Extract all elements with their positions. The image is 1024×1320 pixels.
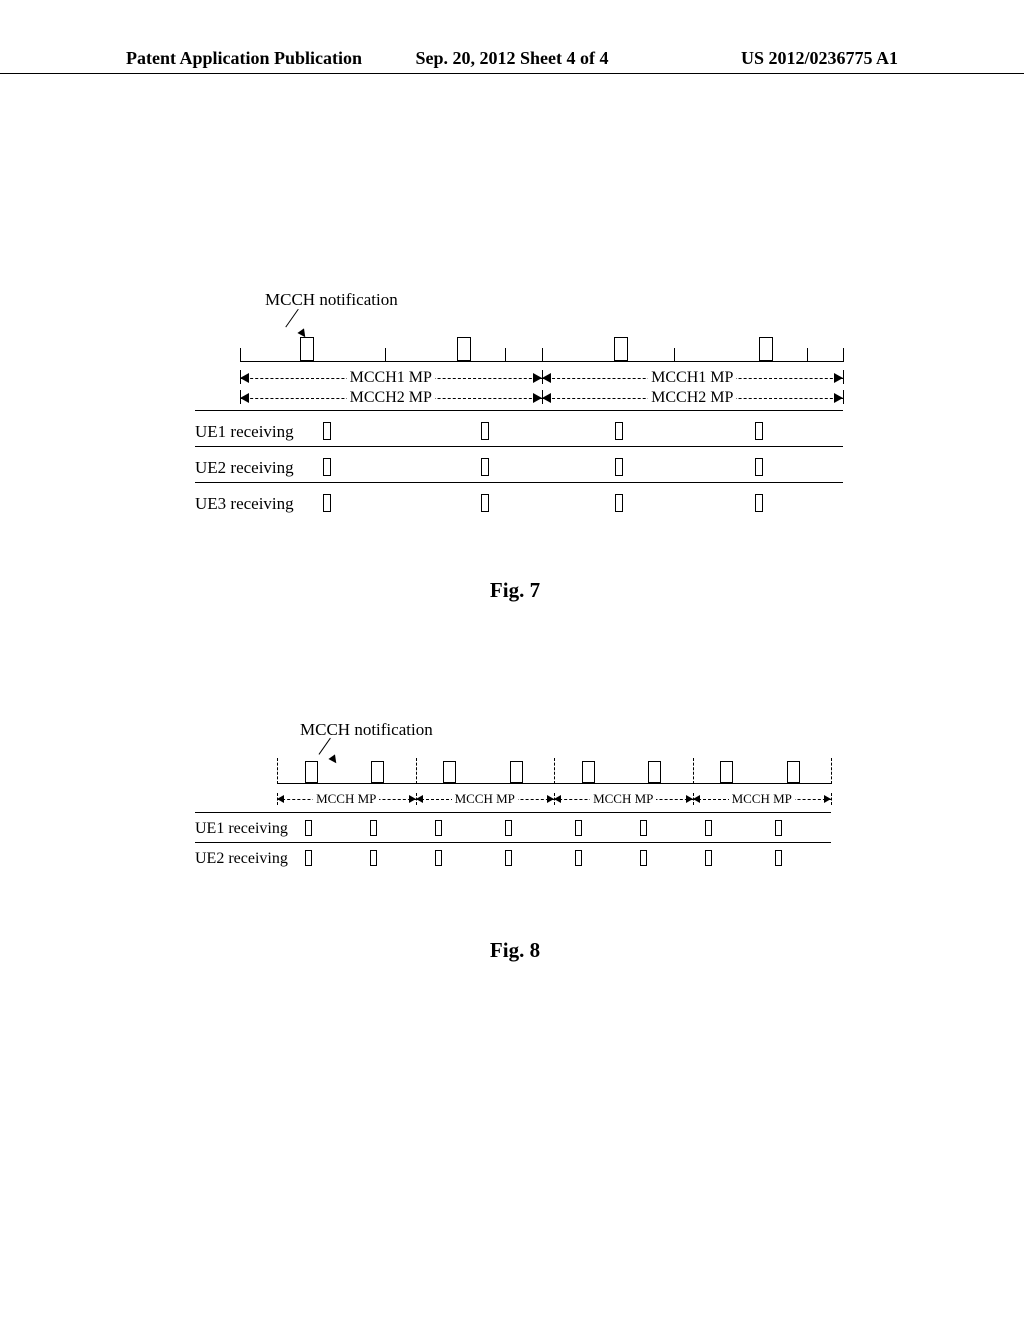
ue2-label: UE2 receiving [195,850,288,868]
arrow-left-icon [240,373,249,383]
arrow-left-icon [542,373,551,383]
figure-8-caption: Fig. 8 [195,938,835,963]
ue3-label: UE3 receiving [195,494,294,514]
mcch-mp-label: MCCH MP [590,791,656,807]
figure-7-caption: Fig. 7 [195,578,835,603]
arrow-right-icon [686,795,693,803]
arrow-left-icon [277,795,284,803]
arrow-right-icon [533,373,542,383]
mcch2-mp-row: MCCH2 MP MCCH2 MP [240,388,843,408]
ue2-row: UE2 receiving [195,458,843,478]
ue1-row: UE1 receiving [195,422,843,442]
mcch2-mp-label: MCCH2 MP [347,389,435,407]
arrow-right-icon [834,373,843,383]
header-sheet: Sep. 20, 2012 Sheet 4 of 4 [383,48,640,69]
ue1-row: UE1 receiving [195,820,831,838]
arrow-right-icon [824,795,831,803]
arrow-right-icon [547,795,554,803]
notification-slot [443,761,456,783]
ue1-label: UE1 receiving [195,820,288,838]
mcch-mp-label: MCCH MP [729,791,795,807]
ue1-label: UE1 receiving [195,422,294,442]
mcch2-mp-label: MCCH2 MP [648,389,736,407]
arrow-left-icon [240,393,249,403]
mcch1-mp-row: MCCH1 MP MCCH1 MP [240,368,843,388]
arrow-left-icon [542,393,551,403]
arrow-right-icon [409,795,416,803]
timeline-axis [240,330,843,362]
mcch1-mp-label: MCCH1 MP [347,369,435,387]
mcch-notification-label: MCCH notification [300,720,433,740]
divider [195,812,831,813]
notification-slot [305,761,318,783]
arrow-right-icon [533,393,542,403]
ue3-row: UE3 receiving [195,494,843,514]
notification-slot [457,337,471,361]
notification-slot [371,761,384,783]
mcch-mp-label: MCCH MP [452,791,518,807]
ue2-label: UE2 receiving [195,458,294,478]
mcch-mp-row: MCCH MP MCCH MP MCCH MP MCCH MP [277,790,831,808]
arrow-left-icon [554,795,561,803]
notification-slot [510,761,523,783]
notification-slot [614,337,628,361]
arrow-left-icon [693,795,700,803]
notification-slot [759,337,773,361]
mcch1-mp-label: MCCH1 MP [648,369,736,387]
notification-slot [648,761,661,783]
notification-slot [582,761,595,783]
divider [195,410,843,411]
divider [195,842,831,843]
divider [195,482,843,483]
notification-slot [720,761,733,783]
page-header: Patent Application Publication Sep. 20, … [0,48,1024,74]
timeline-axis [277,756,831,784]
arrow-right-icon [834,393,843,403]
arrow-left-icon [416,795,423,803]
divider [195,446,843,447]
header-pubnum: US 2012/0236775 A1 [641,48,1024,69]
notification-slot [787,761,800,783]
ue2-row: UE2 receiving [195,850,831,868]
header-publication: Patent Application Publication [0,48,383,69]
mcch-notification-label: MCCH notification [265,290,398,310]
mcch-mp-label: MCCH MP [313,791,379,807]
notification-slot [300,337,314,361]
